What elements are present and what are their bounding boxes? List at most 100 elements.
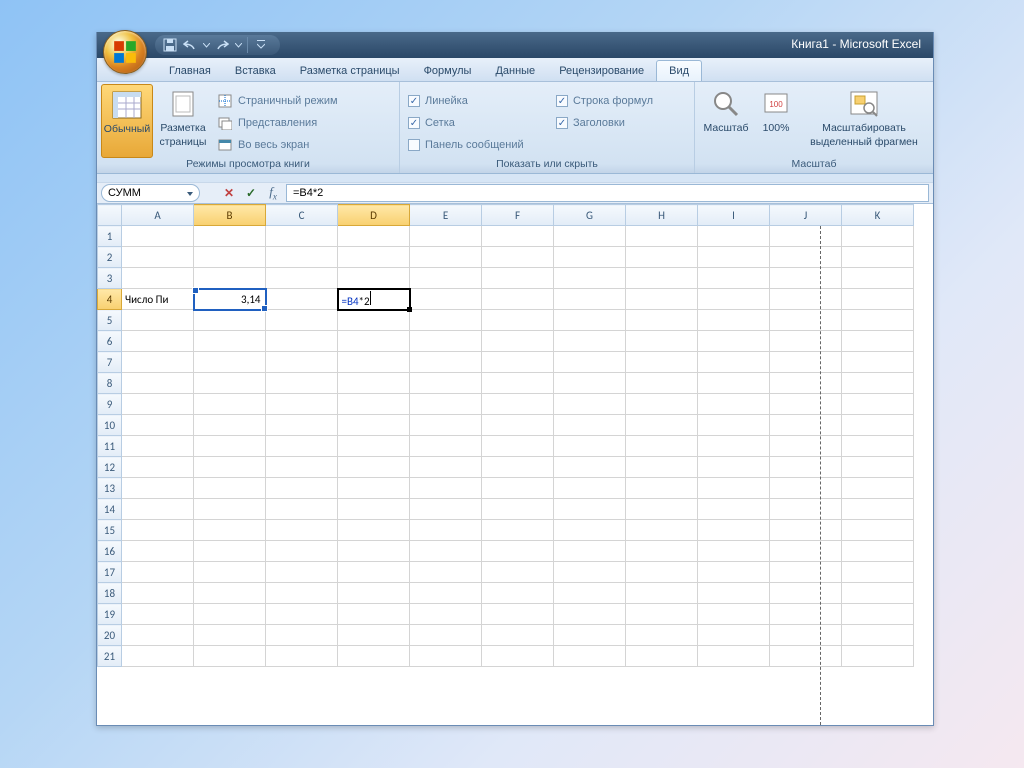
tab-home[interactable]: Главная [157, 61, 223, 81]
cell-D13[interactable] [338, 478, 410, 499]
cell-B5[interactable] [194, 310, 266, 331]
cell-K16[interactable] [842, 541, 914, 562]
cell-B20[interactable] [194, 625, 266, 646]
cell-I4[interactable] [698, 289, 770, 310]
row-header-18[interactable]: 18 [98, 583, 122, 604]
zoom-button[interactable]: Масштаб [699, 84, 753, 158]
cell-C1[interactable] [266, 226, 338, 247]
cell-K15[interactable] [842, 520, 914, 541]
col-header-G[interactable]: G [554, 205, 626, 226]
tab-review[interactable]: Рецензирование [547, 61, 656, 81]
cell-J8[interactable] [770, 373, 842, 394]
cell-F20[interactable] [482, 625, 554, 646]
cell-H19[interactable] [626, 604, 698, 625]
cell-E21[interactable] [410, 646, 482, 667]
col-header-E[interactable]: E [410, 205, 482, 226]
custom-views-button[interactable]: Представления [213, 112, 342, 134]
formula-bar-checkbox[interactable]: ✓Строка формул [552, 90, 657, 112]
cell-C15[interactable] [266, 520, 338, 541]
cell-K1[interactable] [842, 226, 914, 247]
cell-J16[interactable] [770, 541, 842, 562]
cell-D21[interactable] [338, 646, 410, 667]
redo-dropdown[interactable] [233, 36, 243, 54]
cell-A9[interactable] [122, 394, 194, 415]
cell-I9[interactable] [698, 394, 770, 415]
cell-D11[interactable] [338, 436, 410, 457]
col-header-F[interactable]: F [482, 205, 554, 226]
cell-J12[interactable] [770, 457, 842, 478]
cell-I21[interactable] [698, 646, 770, 667]
cell-I17[interactable] [698, 562, 770, 583]
cell-G5[interactable] [554, 310, 626, 331]
cell-H1[interactable] [626, 226, 698, 247]
cell-B11[interactable] [194, 436, 266, 457]
cell-H10[interactable] [626, 415, 698, 436]
cell-F12[interactable] [482, 457, 554, 478]
page-layout-button[interactable]: Разметка страницы [153, 84, 213, 158]
col-header-J[interactable]: J [770, 205, 842, 226]
cell-J5[interactable] [770, 310, 842, 331]
cell-G3[interactable] [554, 268, 626, 289]
cell-A21[interactable] [122, 646, 194, 667]
cell-A13[interactable] [122, 478, 194, 499]
col-header-K[interactable]: K [842, 205, 914, 226]
page-break-button[interactable]: Страничный режим [213, 90, 342, 112]
cell-D6[interactable] [338, 331, 410, 352]
cell-H13[interactable] [626, 478, 698, 499]
cell-C7[interactable] [266, 352, 338, 373]
cell-F15[interactable] [482, 520, 554, 541]
cell-J4[interactable] [770, 289, 842, 310]
cell-G18[interactable] [554, 583, 626, 604]
cell-A1[interactable] [122, 226, 194, 247]
cell-C17[interactable] [266, 562, 338, 583]
cell-I19[interactable] [698, 604, 770, 625]
cell-F8[interactable] [482, 373, 554, 394]
cell-G15[interactable] [554, 520, 626, 541]
cell-K12[interactable] [842, 457, 914, 478]
cell-E16[interactable] [410, 541, 482, 562]
cell-I1[interactable] [698, 226, 770, 247]
headings-checkbox[interactable]: ✓Заголовки [552, 112, 657, 134]
row-header-20[interactable]: 20 [98, 625, 122, 646]
cell-D2[interactable] [338, 247, 410, 268]
cell-H11[interactable] [626, 436, 698, 457]
cell-C20[interactable] [266, 625, 338, 646]
cell-K17[interactable] [842, 562, 914, 583]
col-header-C[interactable]: C [266, 205, 338, 226]
cell-I20[interactable] [698, 625, 770, 646]
cell-H17[interactable] [626, 562, 698, 583]
cell-C16[interactable] [266, 541, 338, 562]
row-header-19[interactable]: 19 [98, 604, 122, 625]
cell-J17[interactable] [770, 562, 842, 583]
cell-F13[interactable] [482, 478, 554, 499]
cell-B13[interactable] [194, 478, 266, 499]
cell-A2[interactable] [122, 247, 194, 268]
cell-H7[interactable] [626, 352, 698, 373]
cell-A18[interactable] [122, 583, 194, 604]
zoom-100-button[interactable]: 100 100% [753, 84, 799, 158]
cell-G10[interactable] [554, 415, 626, 436]
cell-G8[interactable] [554, 373, 626, 394]
cell-J14[interactable] [770, 499, 842, 520]
row-header-7[interactable]: 7 [98, 352, 122, 373]
cell-K7[interactable] [842, 352, 914, 373]
cell-A5[interactable] [122, 310, 194, 331]
cell-D5[interactable] [338, 310, 410, 331]
cell-B1[interactable] [194, 226, 266, 247]
cell-E6[interactable] [410, 331, 482, 352]
cell-H8[interactable] [626, 373, 698, 394]
row-header-10[interactable]: 10 [98, 415, 122, 436]
cell-B8[interactable] [194, 373, 266, 394]
cell-F5[interactable] [482, 310, 554, 331]
cell-C18[interactable] [266, 583, 338, 604]
cell-A4[interactable]: Число Пи [122, 289, 194, 310]
cell-D18[interactable] [338, 583, 410, 604]
cell-C5[interactable] [266, 310, 338, 331]
cell-K20[interactable] [842, 625, 914, 646]
cell-C13[interactable] [266, 478, 338, 499]
cell-G7[interactable] [554, 352, 626, 373]
ruler-checkbox[interactable]: ✓Линейка [404, 90, 552, 112]
cell-J19[interactable] [770, 604, 842, 625]
cell-K3[interactable] [842, 268, 914, 289]
cell-J11[interactable] [770, 436, 842, 457]
